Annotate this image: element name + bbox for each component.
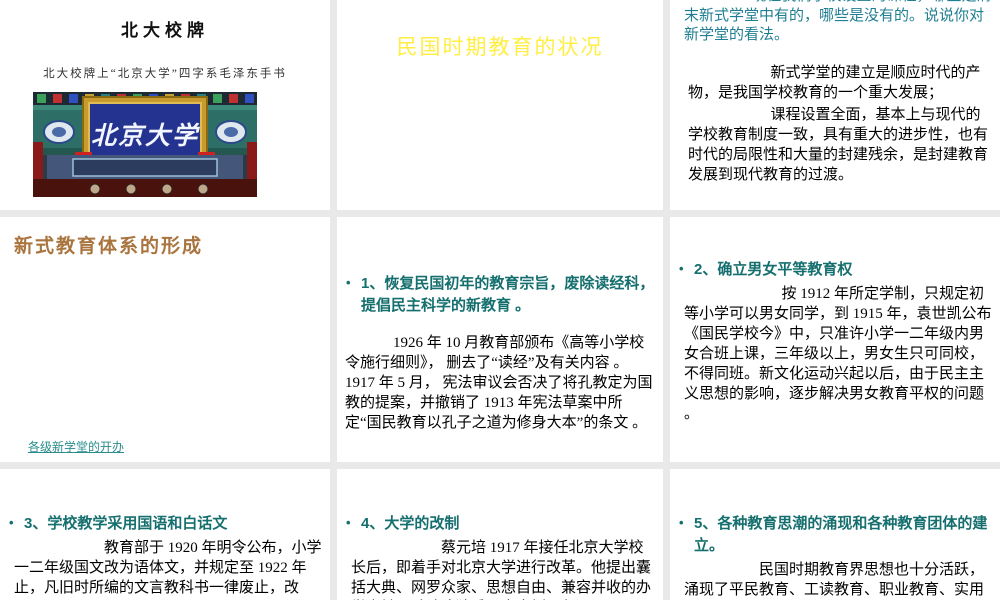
hyperlink-new-schools[interactable]: 各级新学堂的开办 — [28, 438, 124, 455]
slide-9: • 5、各种教育思潮的涌现和各种教育团体的建立。 民国时期教育界思想也十分活跃，… — [670, 469, 1000, 600]
section-title-yellow: 民国时期教育的状况 — [396, 36, 604, 59]
plaque-text: 北京大学 — [91, 122, 200, 150]
bullet-icon: • — [679, 261, 684, 276]
slide-4: 新式教育体系的形成 各级新学堂的开办 — [0, 217, 330, 462]
bullet-icon: • — [346, 275, 351, 290]
slide-6: • 2、确立男女平等教育权 按 1912 年所定学制，只规定初等小学可以男女同学… — [670, 217, 1000, 462]
slide-subtitle: 北大校牌上“北京大学”四字系毛泽东手书 — [43, 68, 287, 80]
slide-8: • 4、大学的改制 蔡元培 1917 年接任北京大学校长后，即着手对北京大学进行… — [337, 469, 663, 600]
slide-1: 北大校牌 北大校牌上“北京大学”四字系毛泽东手书 北京大学 — [0, 0, 330, 210]
pku-gate-image: 北京大学 — [33, 92, 257, 197]
bullet-heading: 1、恢复民国初年的教育宗旨，废除读经科，提倡民主科学的新教育 。 — [361, 275, 655, 314]
section-title-brown: 新式教育体系的形成 — [14, 236, 204, 257]
bullet-heading: 5、各种教育思潮的涌现和各种教育团体的建立。 — [694, 515, 988, 554]
discussion-question: 现在我们学校设置的课程，哪些是清末新式学堂中有的，哪些是没有的。说说你对新学堂的… — [684, 0, 992, 43]
slide-handout-canvas: 北大校牌 北大校牌上“北京大学”四字系毛泽东手书 北京大学 民国时期教育的状况 … — [0, 0, 1000, 600]
bullet-icon: • — [679, 515, 684, 530]
body-paragraph: 课程设置全面，基本上与现代的学校教育制度一致，具有重大的进步性，也有时代的局限性… — [688, 106, 989, 183]
bullet-icon: • — [346, 515, 351, 530]
body-paragraph: 民国时期教育界思想也十分活跃，涌现了平民教育、工读教育、职业教育、实用主义教育等… — [684, 562, 985, 598]
slide-7: • 3、学校教学采用国语和白话文 教育部于 1920 年明令公布，小学一二年级国… — [0, 469, 330, 600]
slide-2: 民国时期教育的状况 — [337, 0, 663, 210]
bullet-icon: • — [9, 515, 14, 530]
body-paragraph: 按 1912 年所定学制，只规定初等小学可以男女同学，到 1915 年，袁世凯公… — [684, 286, 992, 422]
body-paragraph: 蔡元培 1917 年接任北京大学校长后，即着手对北京大学进行改革。他提出囊括大典… — [351, 540, 652, 596]
bullet-heading: 4、大学的改制 — [361, 515, 460, 532]
body-paragraph: 新式学堂的建立是顺应时代的产物，是我国学校教育的一个重大发展； — [688, 64, 981, 101]
page-title: 北大校牌 — [121, 21, 209, 40]
bullet-heading: 3、学校教学采用国语和白话文 — [24, 515, 228, 532]
slide-3: 现在我们学校设置的课程，哪些是清末新式学堂中有的，哪些是没有的。说说你对新学堂的… — [670, 0, 1000, 210]
slide-5: • 1、恢复民国初年的教育宗旨，废除读经科，提倡民主科学的新教育 。 1926 … — [337, 217, 663, 462]
body-paragraph: 教育部于 1920 年明令公布，小学一二年级国文改为语体文，并规定至 1922 … — [14, 540, 322, 596]
body-paragraph: 1926 年 10 月教育部颁布《高等小学校令施行细则》， 删去了“读经”及有关… — [345, 335, 653, 431]
bullet-heading: 2、确立男女平等教育权 — [694, 261, 853, 278]
